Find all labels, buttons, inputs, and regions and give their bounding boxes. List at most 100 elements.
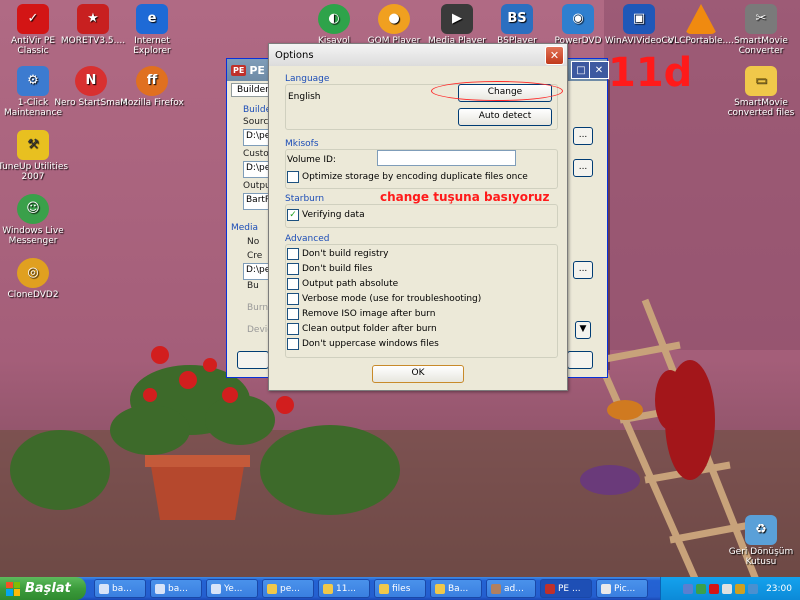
window-icon xyxy=(155,583,165,594)
clean-output-folder-checkbox[interactable]: Clean output folder after burn xyxy=(287,323,437,335)
moretv-icon: ★ xyxy=(77,4,109,34)
remove-iso-checkbox[interactable]: Remove ISO image after burn xyxy=(287,308,435,320)
desktop-icon-smartmovie-converted-files[interactable]: ▭ SmartMovie converted files xyxy=(724,66,798,118)
checkbox-box[interactable] xyxy=(287,171,299,183)
picture-viewer-icon xyxy=(601,583,611,594)
media-field[interactable]: D:\pe xyxy=(243,263,271,280)
verbose-mode-checkbox[interactable]: Verbose mode (use for troubleshooting) xyxy=(287,293,481,305)
dont-build-files-checkbox[interactable]: Don't build files xyxy=(287,263,372,275)
optimize-storage-checkbox[interactable]: Optimize storage by encoding duplicate f… xyxy=(287,171,528,183)
update-icon[interactable] xyxy=(748,583,759,594)
checkbox-box[interactable] xyxy=(287,293,299,305)
taskbar-item[interactable]: files xyxy=(374,579,426,598)
app-icon xyxy=(491,583,501,594)
checkbox-box[interactable] xyxy=(287,323,299,335)
clonedvd-icon: ◎ xyxy=(17,258,49,288)
gom-player-icon: ● xyxy=(378,4,410,34)
checkbox-box[interactable] xyxy=(287,278,299,290)
mkisofs-group-title: Mkisofs xyxy=(285,139,319,149)
pe-builder-app-icon: PE xyxy=(231,64,247,76)
system-tray: 23:00 xyxy=(660,577,800,600)
checkbox-box[interactable] xyxy=(287,263,299,275)
checkbox-box[interactable] xyxy=(287,338,299,350)
desktop-icon-messenger[interactable]: ☺ Windows Live Messenger xyxy=(0,194,70,246)
recycle-bin-icon: ♻ xyxy=(745,515,777,545)
folder-icon: ▭ xyxy=(745,66,777,96)
auto-detect-button[interactable]: Auto detect xyxy=(458,108,552,126)
media-player-icon: ▶ xyxy=(441,4,473,34)
taskbar-item[interactable]: ba... xyxy=(150,579,202,598)
checkbox-box[interactable] xyxy=(287,308,299,320)
taskbar-item-active[interactable]: PE ... xyxy=(540,579,592,598)
security-icon[interactable] xyxy=(735,583,746,594)
taskbar-item[interactable]: ad... xyxy=(486,579,536,598)
taskbar-item[interactable]: 11... xyxy=(318,579,370,598)
back-window-left-button[interactable] xyxy=(237,351,269,369)
checkbox-box[interactable] xyxy=(287,248,299,260)
taskbar: Başlat ba... ba... Ye... pe... 11... fil… xyxy=(0,577,800,600)
ok-button[interactable]: OK xyxy=(372,365,464,383)
taskbar-item[interactable]: Ye... xyxy=(206,579,258,598)
radio-burn[interactable]: Bu xyxy=(247,281,259,291)
network-icon[interactable] xyxy=(683,583,694,594)
maintenance-icon: ⚙ xyxy=(17,66,49,96)
close-button[interactable]: ✕ xyxy=(545,46,564,65)
clock: 23:00 xyxy=(766,583,792,594)
taskbar-item[interactable]: pe... xyxy=(262,579,314,598)
internet-explorer-icon: e xyxy=(136,4,168,34)
maximize-button[interactable]: □ xyxy=(571,61,591,79)
messenger-icon: ☺ xyxy=(17,194,49,224)
device-dropdown-arrow[interactable]: ▼ xyxy=(575,321,591,339)
instruction-annotation: change tuşuna basıyoruz xyxy=(380,190,550,204)
bsplayer-icon: BS xyxy=(501,4,533,34)
taskbar-item[interactable]: Ba... xyxy=(430,579,482,598)
browse-media-button[interactable]: ... xyxy=(573,261,593,279)
windows-logo-icon xyxy=(6,581,20,596)
antivir-icon: ✓ xyxy=(17,4,49,34)
folder-icon xyxy=(267,583,277,594)
folder-icon xyxy=(379,583,389,594)
custom-field[interactable]: D:\pe xyxy=(243,161,271,178)
desktop-icon-tuneup[interactable]: ⚒ TuneUp Utilities 2007 xyxy=(0,130,70,182)
radio-create[interactable]: Cre xyxy=(247,251,262,261)
verifying-data-checkbox[interactable]: ✓ Verifying data xyxy=(287,209,365,221)
antivir-tray-icon[interactable] xyxy=(709,583,720,594)
language-value: English xyxy=(288,92,321,102)
volume-id-input[interactable] xyxy=(377,150,516,166)
powerdvd-icon: ◉ xyxy=(562,4,594,34)
desktop-icon-smartmovie[interactable]: ✂ SmartMovie Converter xyxy=(724,4,798,56)
close-button[interactable]: ✕ xyxy=(589,61,609,79)
taskbar-item[interactable]: ba... xyxy=(94,579,146,598)
source-field[interactable]: D:\pe xyxy=(243,129,271,146)
taskbar-item[interactable]: Pic... xyxy=(596,579,648,598)
winavi-icon: ▣ xyxy=(623,4,655,34)
output-path-absolute-checkbox[interactable]: Output path absolute xyxy=(287,278,398,290)
checkbox-checked-box[interactable]: ✓ xyxy=(287,209,299,221)
output-field[interactable]: BartP xyxy=(243,193,271,210)
volume-icon[interactable] xyxy=(722,583,733,594)
messenger-tray-icon[interactable] xyxy=(696,583,707,594)
desktop-icon-clonedvd[interactable]: ◎ CloneDVD2 xyxy=(0,258,70,300)
radio-no[interactable]: No xyxy=(247,237,259,247)
start-button[interactable]: Başlat xyxy=(0,577,86,600)
dont-build-registry-checkbox[interactable]: Don't build registry xyxy=(287,248,389,260)
desktop-icon-internet-explorer[interactable]: e Internet Explorer xyxy=(115,4,189,56)
highlight-ellipse xyxy=(431,81,563,101)
folder-icon xyxy=(435,583,445,594)
desktop-icon-firefox[interactable]: ff Mozilla Firefox xyxy=(115,66,189,108)
advanced-group-title: Advanced xyxy=(285,234,330,244)
browse-custom-button[interactable]: ... xyxy=(573,159,593,177)
window-icon xyxy=(99,583,109,594)
language-group-title: Language xyxy=(285,74,330,84)
dont-uppercase-checkbox[interactable]: Don't uppercase windows files xyxy=(287,338,439,350)
options-dialog-titlebar[interactable]: Options xyxy=(269,44,567,66)
pe-builder-app-icon xyxy=(545,583,555,594)
nero-icon: N xyxy=(75,66,107,96)
desktop-icon-recycle-bin[interactable]: ♻ Geri Dönüşüm Kutusu xyxy=(724,515,798,567)
options-dialog-title: Options xyxy=(275,49,314,61)
back-window-button[interactable] xyxy=(567,351,593,369)
window-icon xyxy=(211,583,221,594)
starburn-group-title: Starburn xyxy=(285,194,325,204)
browse-source-button[interactable]: ... xyxy=(573,127,593,145)
step-number-annotation: 11d xyxy=(608,50,693,96)
